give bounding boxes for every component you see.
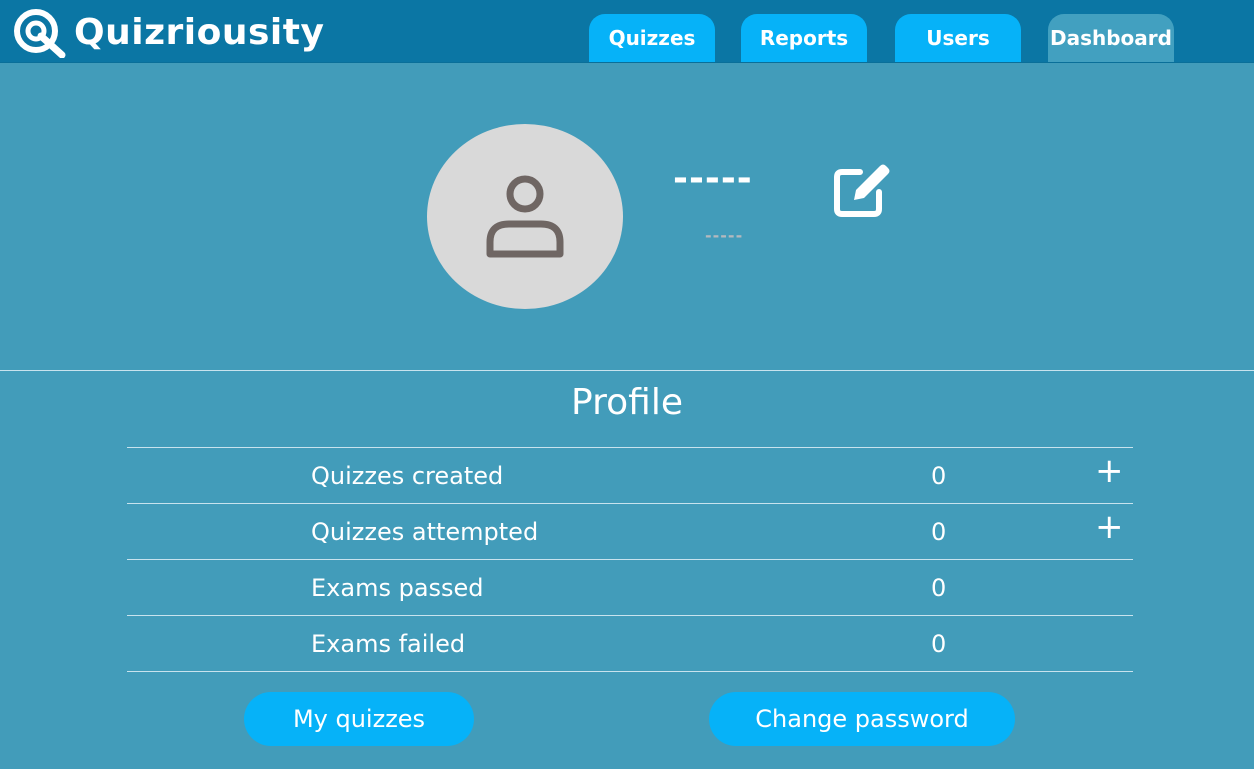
stat-value: 0	[931, 518, 947, 546]
my-quizzes-button[interactable]: My quizzes	[244, 692, 474, 746]
tab-reports[interactable]: Reports	[741, 14, 867, 62]
stat-label: Exams failed	[311, 630, 466, 658]
user-icon	[486, 175, 564, 258]
user-subtext: -----	[705, 226, 744, 245]
username: -----	[673, 158, 753, 199]
app-logo[interactable]: Quizriousity	[10, 6, 324, 58]
stat-label: Quizzes created	[311, 462, 504, 490]
tab-quizzes[interactable]: Quizzes	[589, 14, 715, 62]
stats-table: Quizzes created 0 + Quizzes attempted 0 …	[127, 447, 1133, 672]
stat-value: 0	[931, 630, 947, 658]
avatar	[427, 124, 623, 309]
stat-row-quizzes-created: Quizzes created 0 +	[127, 448, 1133, 504]
change-password-button[interactable]: Change password	[709, 692, 1015, 746]
stat-row-quizzes-attempted: Quizzes attempted 0 +	[127, 504, 1133, 560]
stat-row-exams-passed: Exams passed 0	[127, 560, 1133, 616]
stat-label: Quizzes attempted	[311, 518, 539, 546]
add-quiz-button[interactable]: +	[1095, 454, 1124, 488]
stat-row-exams-failed: Exams failed 0	[127, 616, 1133, 672]
section-divider	[0, 370, 1254, 371]
logo-q-icon	[14, 9, 66, 58]
edit-icon	[834, 164, 890, 217]
tab-users[interactable]: Users	[895, 14, 1021, 62]
edit-profile-button[interactable]	[832, 162, 892, 220]
stat-value: 0	[931, 574, 947, 602]
stat-label: Exams passed	[311, 574, 484, 602]
tab-dashboard[interactable]: Dashboard	[1048, 14, 1174, 62]
attempt-quiz-button[interactable]: +	[1095, 510, 1124, 544]
stat-value: 0	[931, 462, 947, 490]
profile-heading: Profile	[571, 382, 683, 423]
app-name: Quizriousity	[74, 11, 325, 53]
top-navbar: Quizriousity Quizzes Reports Users Dashb…	[0, 0, 1254, 63]
